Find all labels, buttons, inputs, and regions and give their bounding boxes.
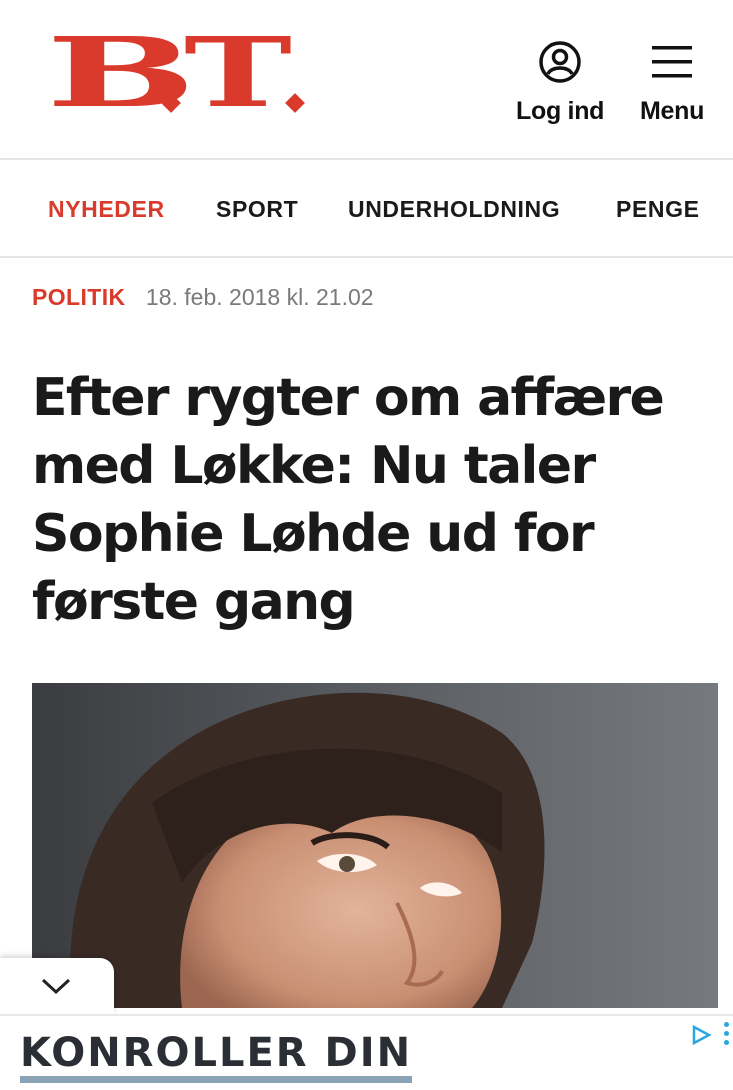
nav-item-sport[interactable]: SPORT <box>216 196 298 223</box>
ad-choices-icon[interactable] <box>690 1024 712 1051</box>
chevron-down-icon <box>41 978 71 995</box>
publish-date: 18. feb. 2018 kl. 21.02 <box>145 284 374 310</box>
ad-banner[interactable]: KONROLLER DIN <box>0 1014 733 1090</box>
nav-item-nyheder[interactable]: NYHEDER <box>48 196 165 223</box>
menu-label: Menu <box>640 97 705 125</box>
login-label: Log ind <box>516 97 605 125</box>
user-circle-icon <box>538 40 582 89</box>
nav-item-underholdning[interactable]: UNDERHOLDNING <box>348 196 560 223</box>
svg-text:T: T <box>184 36 292 116</box>
hamburger-icon <box>650 40 694 89</box>
ad-text: KONROLLER DIN <box>20 1030 413 1083</box>
section-nav: NYHEDER SPORT UNDERHOLDNING PENGE <box>0 160 733 258</box>
article-photo <box>32 683 718 1008</box>
site-header: B T Log ind Menu <box>0 0 733 160</box>
ad-collapse-tab[interactable] <box>0 958 114 1014</box>
category-link[interactable]: POLITIK <box>32 284 126 310</box>
menu-button[interactable]: Menu <box>640 40 704 126</box>
nav-item-penge[interactable]: PENGE <box>616 196 700 223</box>
login-button[interactable]: Log ind <box>516 40 604 126</box>
article-headline: Efter rygter om affære med Løkke: Nu tal… <box>32 368 665 632</box>
ad-menu-icon[interactable] <box>724 1022 733 1049</box>
bt-logo[interactable]: B T <box>46 16 308 129</box>
article-meta: POLITIK 18. feb. 2018 kl. 21.02 <box>32 284 374 311</box>
